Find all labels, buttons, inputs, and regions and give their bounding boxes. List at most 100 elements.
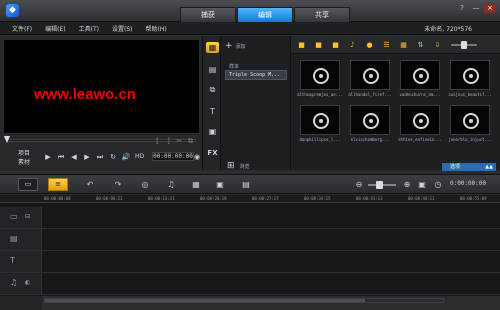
timeline-ruler[interactable]: 00:00:00:00 00:00:06:23 00:00:13:21 00:00:2…	[0, 195, 500, 203]
media-thumbnail[interactable]: danphillipse_l...	[296, 105, 344, 144]
media-thumbnail[interactable]: altheapremjes_ae...	[296, 60, 344, 99]
undo-icon[interactable]: ↶	[84, 179, 96, 190]
minimize-button[interactable]: —	[470, 3, 482, 13]
preview-screen[interactable]: www.leawo.cn	[4, 40, 199, 133]
clip-mode-label[interactable]: 素材	[18, 157, 30, 166]
media-library-icon[interactable]: ▦	[206, 42, 219, 53]
audio-filter-icon[interactable]: ♪	[347, 40, 358, 50]
folder-item-selected[interactable]: Triple Scoop M...	[225, 70, 287, 80]
timeline-view-button[interactable]: ≡	[48, 178, 68, 191]
thumbnail-size-slider[interactable]	[451, 40, 477, 49]
media-thumbnail[interactable]: elvischomberg...	[346, 105, 394, 144]
menu-help[interactable]: 帮助(H)	[145, 24, 166, 33]
menu-edit[interactable]: 编辑(E)	[45, 24, 65, 33]
browse-button[interactable]: ⊞ 浏览	[227, 161, 250, 171]
menu-file[interactable]: 文件(F)	[12, 24, 32, 33]
subtitle-editor-icon[interactable]: ▤	[240, 179, 252, 190]
folder-icon[interactable]: ■	[296, 40, 307, 50]
disc-icon	[463, 68, 479, 84]
window-controls: ? — ×	[454, 3, 496, 13]
split-clip-icon[interactable]: ✂	[174, 137, 185, 146]
thumbnail-caption: elvischomberg...	[350, 137, 390, 142]
mark-buttons: [ ] ✂ ⧉	[152, 137, 196, 146]
options-button[interactable]: 选项 ▲▲	[442, 163, 496, 171]
zoom-slider[interactable]	[368, 181, 396, 189]
audio-clip-icon	[450, 105, 490, 135]
motion-tracking-icon[interactable]: ▣	[214, 179, 226, 190]
media-thumbnail[interactable]: ethies_eofinein...	[396, 105, 444, 144]
go-start-icon[interactable]: ⏮	[55, 152, 67, 162]
storyboard-view-button[interactable]: ▭	[18, 178, 38, 191]
import-icon[interactable]: ⇩	[432, 40, 443, 50]
preview-timecode[interactable]: 00:00:00:00	[152, 152, 194, 161]
media-thumbnail[interactable]: cuijnus_beautif...	[446, 60, 494, 99]
transport-controls: ▶ ⏮ ◀ ▶ ⏭ ↻ 🔊 HD	[42, 152, 144, 162]
scrollbar-thumb[interactable]	[45, 299, 365, 302]
tab-share[interactable]: 共享	[294, 7, 350, 22]
menu-settings[interactable]: 设置(S)	[112, 24, 133, 33]
zoom-out-icon[interactable]: ⊖	[353, 179, 365, 190]
zoom-in-icon[interactable]: ⊕	[401, 179, 413, 190]
filter-fx-icon[interactable]: FX	[206, 148, 219, 159]
audio-track-icon[interactable]: ◐	[25, 279, 30, 286]
prev-frame-icon[interactable]: ◀	[68, 152, 80, 162]
mark-out-icon[interactable]: ]	[163, 137, 174, 146]
project-mode-label[interactable]: 项目	[18, 148, 30, 157]
volume-icon[interactable]: 🔊	[120, 152, 132, 162]
audio-clip-icon	[450, 60, 490, 90]
slider-knob[interactable]	[461, 40, 467, 49]
mark-in-icon[interactable]: [	[152, 137, 163, 146]
video-track-header: ▭ ⊟	[0, 207, 42, 228]
play-icon[interactable]: ▶	[42, 152, 54, 162]
track-lock-icon[interactable]: ⊟	[25, 213, 30, 220]
auto-music-icon[interactable]: ▦	[190, 179, 202, 190]
close-button[interactable]: ×	[484, 3, 496, 13]
help-button[interactable]: ?	[456, 3, 468, 13]
thumbnail-view-icon[interactable]: ▦	[398, 40, 409, 50]
sort-order-icon[interactable]: ⇅	[415, 40, 426, 50]
tab-capture[interactable]: 捕获	[180, 7, 236, 22]
go-end-icon[interactable]: ⏭	[94, 152, 106, 162]
video-filter-icon[interactable]: ■	[313, 40, 324, 50]
thumbnail-grid: altheapremjes_ae... allhandel_firef... vad…	[296, 60, 494, 144]
music-track[interactable]: ♫ ◐	[0, 273, 500, 295]
overlay-track[interactable]: ▤	[0, 229, 500, 251]
snapshot-icon[interactable]: ◉	[194, 153, 200, 161]
library-toolbar: ▦ ▤ ⧉ T ▣ FX	[203, 36, 221, 170]
redo-icon[interactable]: ↷	[112, 179, 124, 190]
expand-icon[interactable]: ⧉	[185, 137, 196, 146]
media-thumbnail[interactable]: vadenchurns_am...	[396, 60, 444, 99]
media-thumbnail[interactable]: allhandel_firef...	[346, 60, 394, 99]
transition-icon[interactable]: ⧉	[206, 84, 219, 95]
music-track-icon: ♫	[10, 278, 18, 287]
hd-toggle[interactable]: HD	[135, 152, 144, 162]
video-track[interactable]: ▭ ⊟	[0, 207, 500, 229]
zoom-knob[interactable]	[376, 181, 383, 189]
title-track-header: T	[0, 251, 42, 272]
photo-filter-icon[interactable]: ■	[330, 40, 341, 50]
ruler-tick-label: 00:00:13:21	[148, 196, 175, 201]
graphic-icon[interactable]: ▣	[206, 126, 219, 137]
timeline-timecode[interactable]: 0:00:00:00	[450, 180, 486, 187]
timecode-clock-icon: ◷	[434, 180, 442, 189]
record-capture-icon[interactable]: ◎	[139, 179, 151, 190]
title-icon[interactable]: T	[206, 106, 219, 117]
timeline-scrollbar[interactable]	[44, 298, 444, 303]
next-frame-icon[interactable]: ▶	[81, 152, 93, 162]
fit-project-icon[interactable]: ▣	[416, 179, 428, 190]
tab-edit[interactable]: 编辑	[237, 7, 293, 22]
menu-tools[interactable]: 工具(T)	[79, 24, 99, 33]
sort-icon[interactable]: ●	[364, 40, 375, 50]
sound-mixer-icon[interactable]: ♫	[165, 179, 177, 190]
disc-icon	[313, 68, 329, 84]
add-folder-button[interactable]: + 添加	[225, 41, 246, 51]
title-track[interactable]: T	[0, 251, 500, 273]
media-thumbnail[interactable]: jonorblo_injust...	[446, 105, 494, 144]
project-info: 未命名, 720*576	[424, 26, 472, 33]
list-view-icon[interactable]: ☰	[381, 40, 392, 50]
repeat-icon[interactable]: ↻	[107, 152, 119, 162]
audio-clip-icon	[400, 105, 440, 135]
media-panel: ■ ■ ■ ♪ ● ☰ ▦ ⇅ ⇩ altheapremjes_ae... all…	[291, 36, 500, 171]
instant-project-icon[interactable]: ▤	[206, 64, 219, 75]
thumbnail-caption: cuijnus_beautif...	[448, 92, 492, 97]
